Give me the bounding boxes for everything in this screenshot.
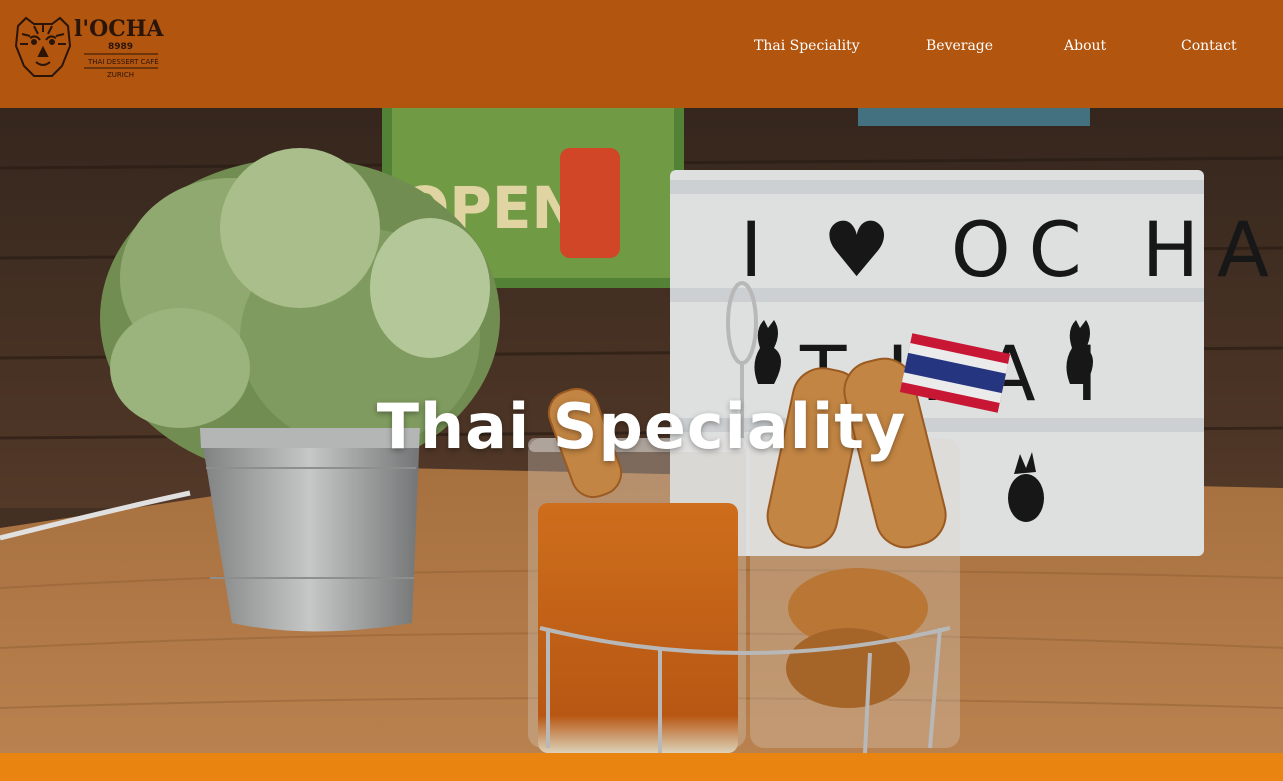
tiger-head-icon [14,16,72,77]
brand-tagline: THAI DESSERT CAFÉ [87,57,159,66]
nav-contact[interactable]: Contact [1181,38,1237,60]
brand-name: l'OCHA [74,16,165,42]
nav-about[interactable]: About [1064,38,1106,60]
brand-logo[interactable]: l'OCHA 8989 THAI DESSERT CAFÉ ZURICH [12,12,174,82]
brand-city: ZURICH [107,71,134,79]
footer-strip [0,753,1283,781]
nav-thai-speciality[interactable]: Thai Speciality [754,38,860,60]
hero-banner: OPEN I ♥ OC HA THAI [0,108,1283,753]
hero-title: Thai Speciality [376,390,907,463]
nav-beverage[interactable]: Beverage [926,38,993,60]
brand-number: 8989 [108,42,133,52]
site-header: l'OCHA 8989 THAI DESSERT CAFÉ ZURICH Tha… [0,0,1283,108]
